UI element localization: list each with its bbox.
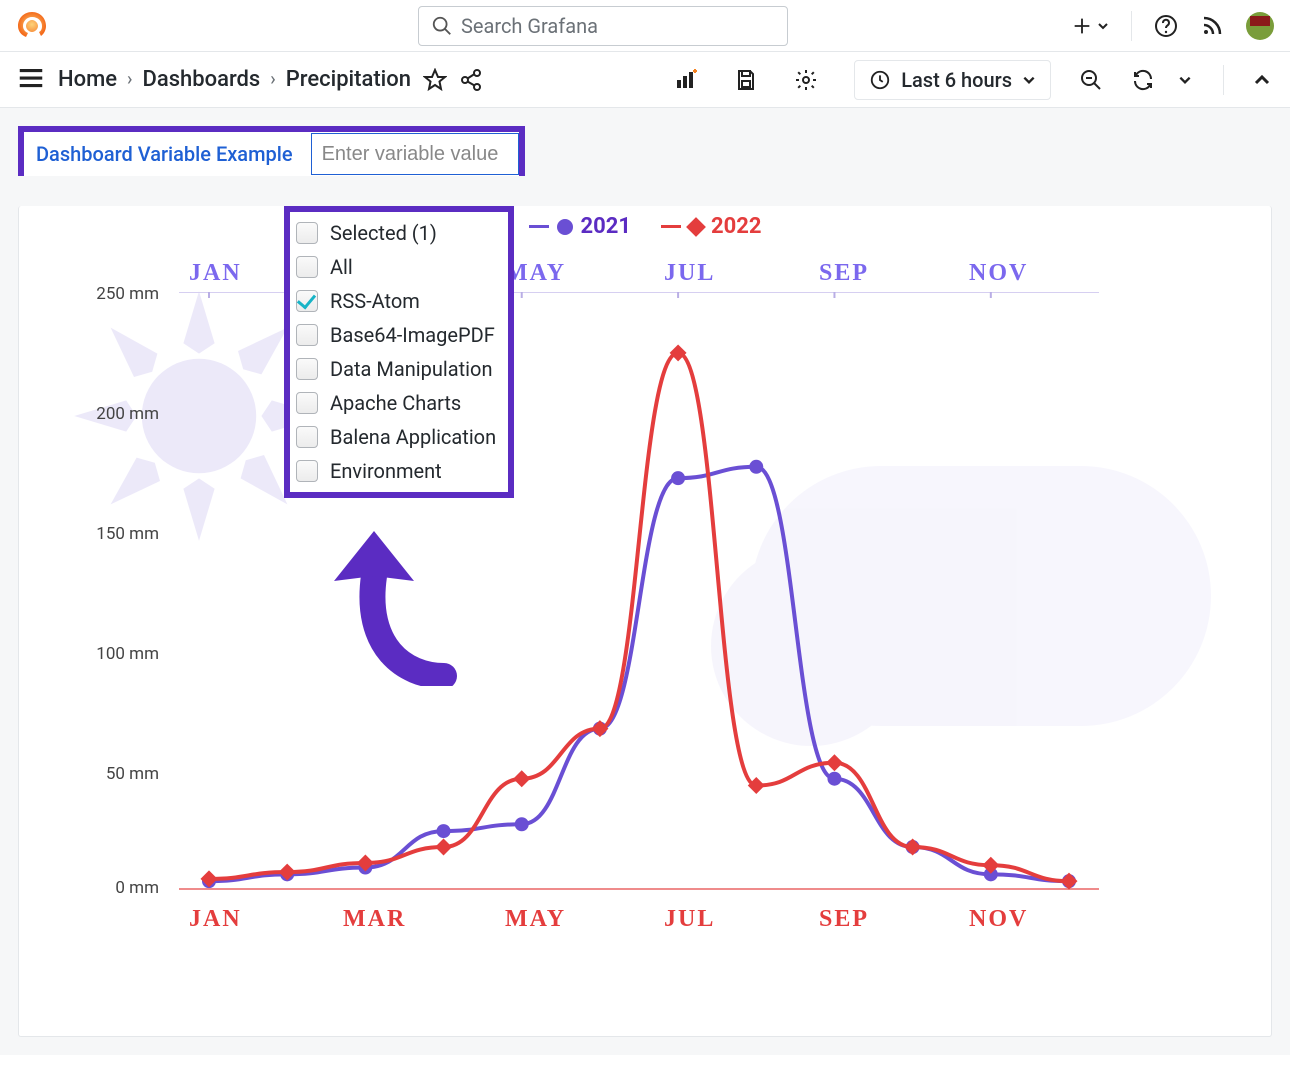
x-bottom-tick: MAY — [505, 906, 566, 933]
dropdown-item-label: Apache Charts — [330, 391, 461, 415]
checkbox-icon[interactable] — [296, 222, 318, 244]
breadcrumb-dashboards[interactable]: Dashboards — [142, 67, 260, 92]
grafana-logo-icon[interactable] — [16, 10, 48, 42]
checkbox-icon[interactable] — [296, 460, 318, 482]
variable-dropdown: Selected (1) All RSS-Atom Base64-ImagePD… — [284, 206, 514, 498]
chevron-right-icon: › — [127, 69, 132, 90]
share-icon[interactable] — [459, 68, 483, 92]
chart-area: 2021 2022 JAN MAR MAY JUL SEP NOV 250 mm… — [39, 206, 1251, 946]
chevron-right-icon: › — [270, 69, 275, 90]
legend-label: 2022 — [711, 214, 762, 239]
legend-item-2022[interactable]: 2022 — [661, 214, 762, 239]
collapse-icon[interactable] — [1250, 68, 1274, 92]
separator — [1223, 65, 1224, 95]
search-icon — [431, 15, 453, 37]
x-top-tick: NOV — [969, 260, 1028, 287]
user-avatar[interactable] — [1246, 12, 1274, 40]
x-bottom-tick: SEP — [819, 906, 869, 933]
x-top-tick: JAN — [189, 260, 242, 287]
x-top-tick: JUL — [664, 260, 715, 287]
dropdown-item[interactable]: Data Manipulation — [290, 352, 508, 386]
x-bottom-tick: JAN — [189, 906, 242, 933]
x-bottom-tick: MAR — [343, 906, 406, 933]
dropdown-item-label: Base64-ImagePDF — [330, 323, 495, 347]
variable-bar-highlight: Dashboard Variable Example — [18, 126, 525, 176]
dropdown-item[interactable]: Apache Charts — [290, 386, 508, 420]
dropdown-item-label: All — [330, 255, 353, 279]
chevron-down-icon — [1097, 20, 1109, 32]
y-tick: 50 mm — [89, 764, 159, 784]
settings-icon[interactable] — [794, 68, 818, 92]
chart-panel: Selected (1) All RSS-Atom Base64-ImagePD… — [18, 206, 1272, 1037]
dashboard-content: Dashboard Variable Example Selected (1) … — [0, 108, 1290, 1055]
legend-item-2021[interactable]: 2021 — [529, 214, 632, 239]
global-search[interactable]: Search Grafana — [418, 6, 788, 46]
annotation-arrow-icon — [324, 526, 474, 686]
dropdown-item[interactable]: Balena Application — [290, 420, 508, 454]
y-tick: 200 mm — [89, 404, 159, 424]
chart-legend: 2021 2022 — [39, 214, 1251, 239]
dropdown-item-label: RSS-Atom — [330, 289, 420, 313]
help-icon[interactable] — [1154, 14, 1178, 38]
checkbox-icon[interactable] — [296, 324, 318, 346]
dashboard-toolbar: Home › Dashboards › Precipitation Last 6… — [0, 52, 1290, 108]
time-range-picker[interactable]: Last 6 hours — [854, 60, 1051, 100]
breadcrumb-current: Precipitation — [286, 67, 411, 92]
save-icon[interactable] — [734, 68, 758, 92]
search-placeholder: Search Grafana — [461, 14, 598, 38]
dropdown-item-label: Environment — [330, 459, 442, 483]
variable-label: Dashboard Variable Example — [24, 132, 311, 176]
clock-icon — [869, 69, 891, 91]
star-icon[interactable] — [423, 68, 447, 92]
dropdown-item-label: Data Manipulation — [330, 357, 493, 381]
dropdown-item[interactable]: All — [290, 250, 508, 284]
refresh-interval-chevron[interactable] — [1173, 68, 1197, 92]
refresh-icon[interactable] — [1131, 68, 1155, 92]
x-bottom-tick: NOV — [969, 906, 1028, 933]
dropdown-item-label: Balena Application — [330, 425, 496, 449]
add-menu-button[interactable] — [1071, 15, 1109, 37]
checkbox-checked-icon[interactable] — [296, 290, 318, 312]
breadcrumb: Home › Dashboards › Precipitation — [58, 67, 411, 92]
dropdown-item[interactable]: Selected (1) — [290, 216, 508, 250]
chevron-down-icon — [1022, 73, 1036, 87]
dropdown-item[interactable]: Base64-ImagePDF — [290, 318, 508, 352]
variable-input[interactable] — [311, 133, 519, 175]
checkbox-icon[interactable] — [296, 426, 318, 448]
zoom-out-icon[interactable] — [1079, 68, 1103, 92]
y-tick: 100 mm — [89, 644, 159, 664]
x-top-tick: SEP — [819, 260, 869, 287]
y-tick: 150 mm — [89, 524, 159, 544]
separator — [1131, 11, 1132, 41]
x-top-tick: MAY — [505, 260, 566, 287]
dropdown-item[interactable]: Environment — [290, 454, 508, 488]
top-navbar: Search Grafana — [0, 0, 1290, 52]
y-tick: 250 mm — [89, 284, 159, 304]
checkbox-icon[interactable] — [296, 256, 318, 278]
menu-toggle-icon[interactable] — [16, 63, 46, 97]
dropdown-item[interactable]: RSS-Atom — [290, 284, 508, 318]
rss-icon[interactable] — [1200, 14, 1224, 38]
x-bottom-tick: JUL — [664, 906, 715, 933]
breadcrumb-home[interactable]: Home — [58, 67, 117, 92]
checkbox-icon[interactable] — [296, 358, 318, 380]
legend-label: 2021 — [581, 214, 632, 239]
dropdown-item-label: Selected (1) — [330, 221, 437, 245]
checkbox-icon[interactable] — [296, 392, 318, 414]
y-tick: 0 mm — [89, 878, 159, 898]
add-panel-icon[interactable] — [674, 68, 698, 92]
time-range-label: Last 6 hours — [901, 68, 1012, 92]
